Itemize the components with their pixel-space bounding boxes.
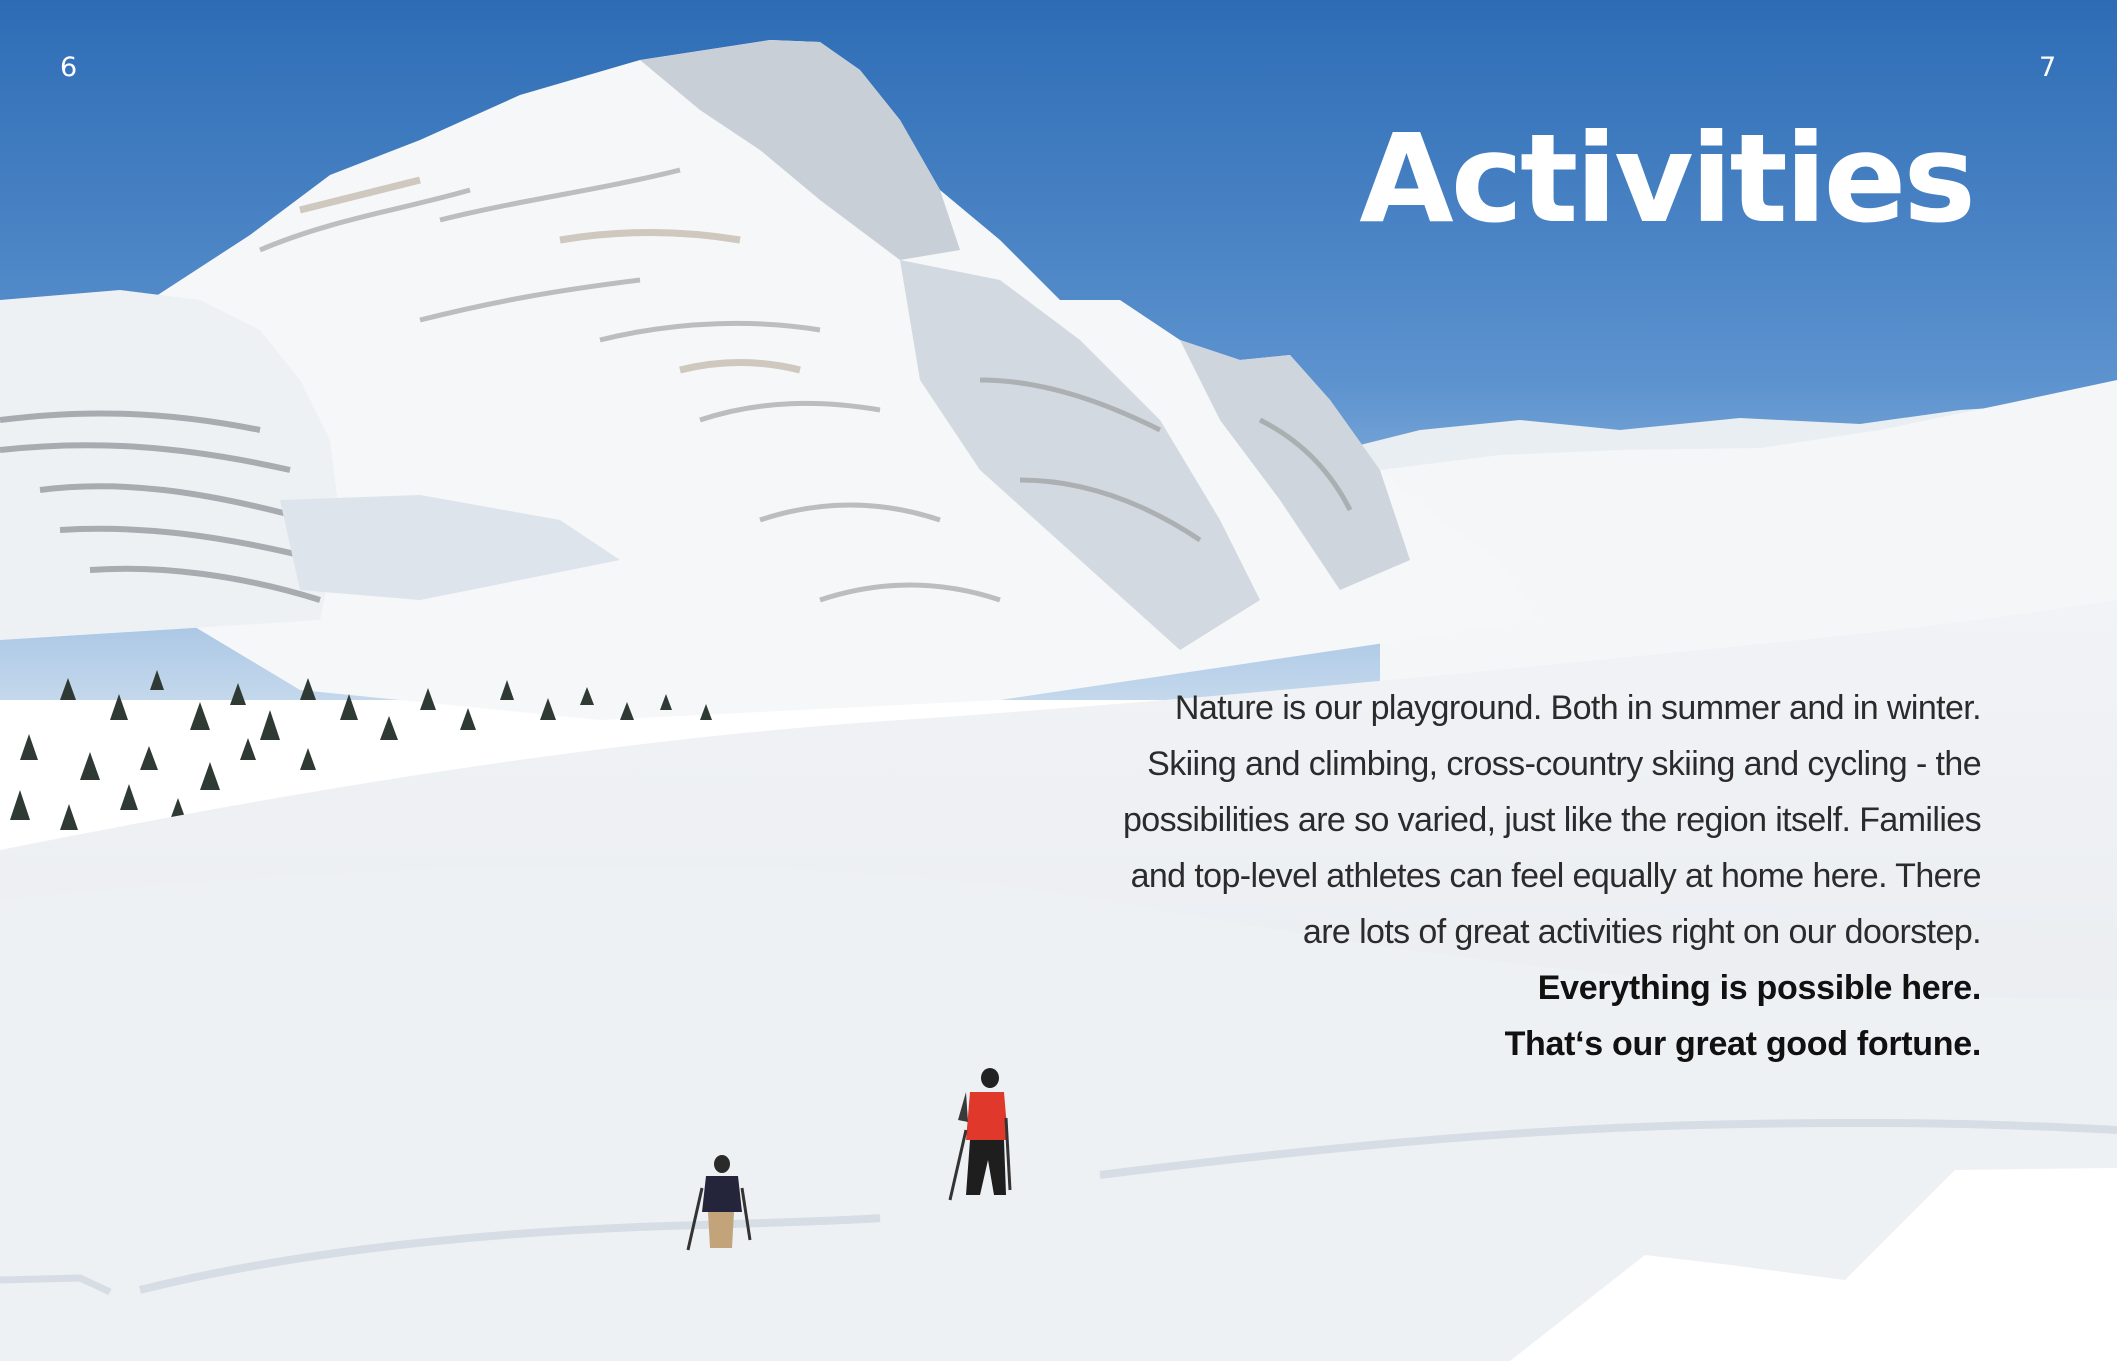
- page-number-right: 7: [2039, 52, 2057, 83]
- highlight-line-2: That‘s our great good fortune.: [1504, 1025, 1982, 1063]
- page-title: Activities: [1359, 108, 1976, 250]
- body-copy: Nature is our playground. Both in summer…: [1081, 680, 1982, 1072]
- highlight-line-1: Everything is possible here.: [1537, 969, 1982, 1007]
- brochure-spread: 6 7 Activities Nature is our playground.…: [0, 0, 2117, 1361]
- page-number-left: 6: [60, 52, 78, 83]
- intro-paragraph: Nature is our playground. Both in summer…: [1123, 689, 1982, 951]
